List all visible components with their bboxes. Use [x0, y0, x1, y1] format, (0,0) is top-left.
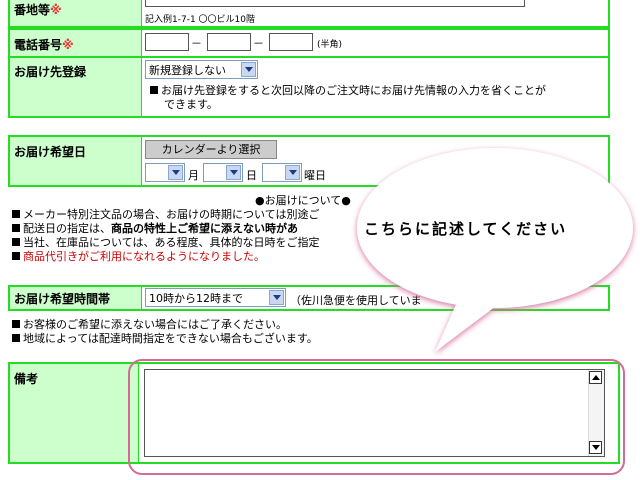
callout-bubble — [357, 148, 633, 352]
phone-input-3[interactable] — [269, 33, 313, 51]
delivery-month-select[interactable] — [145, 163, 185, 182]
address-label-cell: 番地等※ — [10, 0, 141, 26]
delivery-date-divider — [141, 137, 142, 185]
chevron-down-icon — [241, 62, 256, 77]
date-note-4-text: 商品代引きがご利用になれるようになりました。 — [23, 250, 265, 263]
time-note-2-text: 地域によっては配達時間指定をできない場合もございます。 — [23, 332, 318, 345]
address-label: 番地等 — [14, 3, 51, 17]
delivery-register-select[interactable]: 新規登録しない — [145, 60, 258, 79]
address-example: 記入例1-7-1 〇〇ビル10階 — [145, 15, 255, 25]
remarks-label-cell: 備考 — [10, 364, 138, 462]
phone-label: 電話番号 — [14, 38, 63, 52]
delivery-month-label: 月 — [188, 169, 199, 182]
remarks-label: 備考 — [14, 372, 39, 386]
chevron-down-icon — [226, 165, 241, 180]
delivery-time-label-cell: お届け希望時間帯 — [10, 287, 141, 309]
date-note-4: 商品代引きがご利用になれるようになりました。 — [12, 248, 265, 264]
chevron-down-icon — [269, 290, 284, 305]
phone-divider — [141, 30, 142, 56]
delivery-date-label: お届け希望日 — [14, 145, 87, 159]
bullet-square-icon — [150, 86, 158, 94]
delivery-date-label-cell: お届け希望日 — [10, 137, 141, 185]
delivery-time-divider — [141, 287, 142, 309]
delivery-register-note-line2: できます。 — [164, 98, 218, 111]
scroll-down-icon[interactable] — [589, 441, 602, 454]
delivery-register-select-value: 新規登録しない — [149, 64, 226, 77]
remarks-textarea[interactable] — [144, 369, 605, 457]
delivery-register-divider — [141, 58, 142, 116]
bullet-square-icon — [12, 238, 20, 246]
bullet-square-icon — [12, 320, 20, 328]
delivery-weekday-label: 曜日 — [304, 169, 326, 182]
address-divider — [141, 0, 142, 26]
calendar-select-button[interactable]: カレンダーより選択 — [145, 140, 277, 159]
phone-dash-1: － — [191, 37, 202, 50]
delivery-day-label: 日 — [246, 169, 257, 182]
bullet-square-icon — [12, 210, 20, 218]
chevron-down-icon — [285, 165, 300, 180]
address-required-mark: ※ — [50, 3, 62, 17]
delivery-weekday-select[interactable] — [262, 163, 302, 182]
delivery-time-label: お届け希望時間帯 — [14, 292, 111, 306]
bullet-square-icon — [12, 334, 20, 342]
delivery-register-label-cell: お届け先登録 — [10, 58, 141, 116]
phone-note: (半角) — [317, 40, 343, 50]
address-input[interactable] — [145, 0, 525, 7]
delivery-register-label: お届け先登録 — [14, 65, 87, 79]
delivery-time-select[interactable]: 10時から12時まで — [145, 288, 286, 307]
scroll-up-icon[interactable] — [589, 371, 602, 384]
bullet-square-icon — [12, 224, 20, 232]
callout-text: こちらに記述してください — [364, 220, 568, 238]
delivery-day-select[interactable] — [203, 163, 243, 182]
bullet-square-icon — [12, 252, 20, 260]
chevron-down-icon — [168, 165, 183, 180]
phone-input-1[interactable] — [145, 33, 189, 51]
delivery-register-note-line1: お届け先登録をすると次回以降のご注文時にお届け先情報の入力を省くことが — [161, 84, 546, 97]
phone-dash-2: － — [253, 37, 264, 50]
phone-input-2[interactable] — [207, 33, 251, 51]
phone-required-mark: ※ — [62, 38, 74, 52]
phone-label-cell: 電話番号※ — [10, 30, 141, 56]
time-note-2: 地域によっては配達時間指定をできない場合もございます。 — [12, 330, 318, 346]
delivery-time-select-value: 10時から12時まで — [149, 292, 243, 305]
